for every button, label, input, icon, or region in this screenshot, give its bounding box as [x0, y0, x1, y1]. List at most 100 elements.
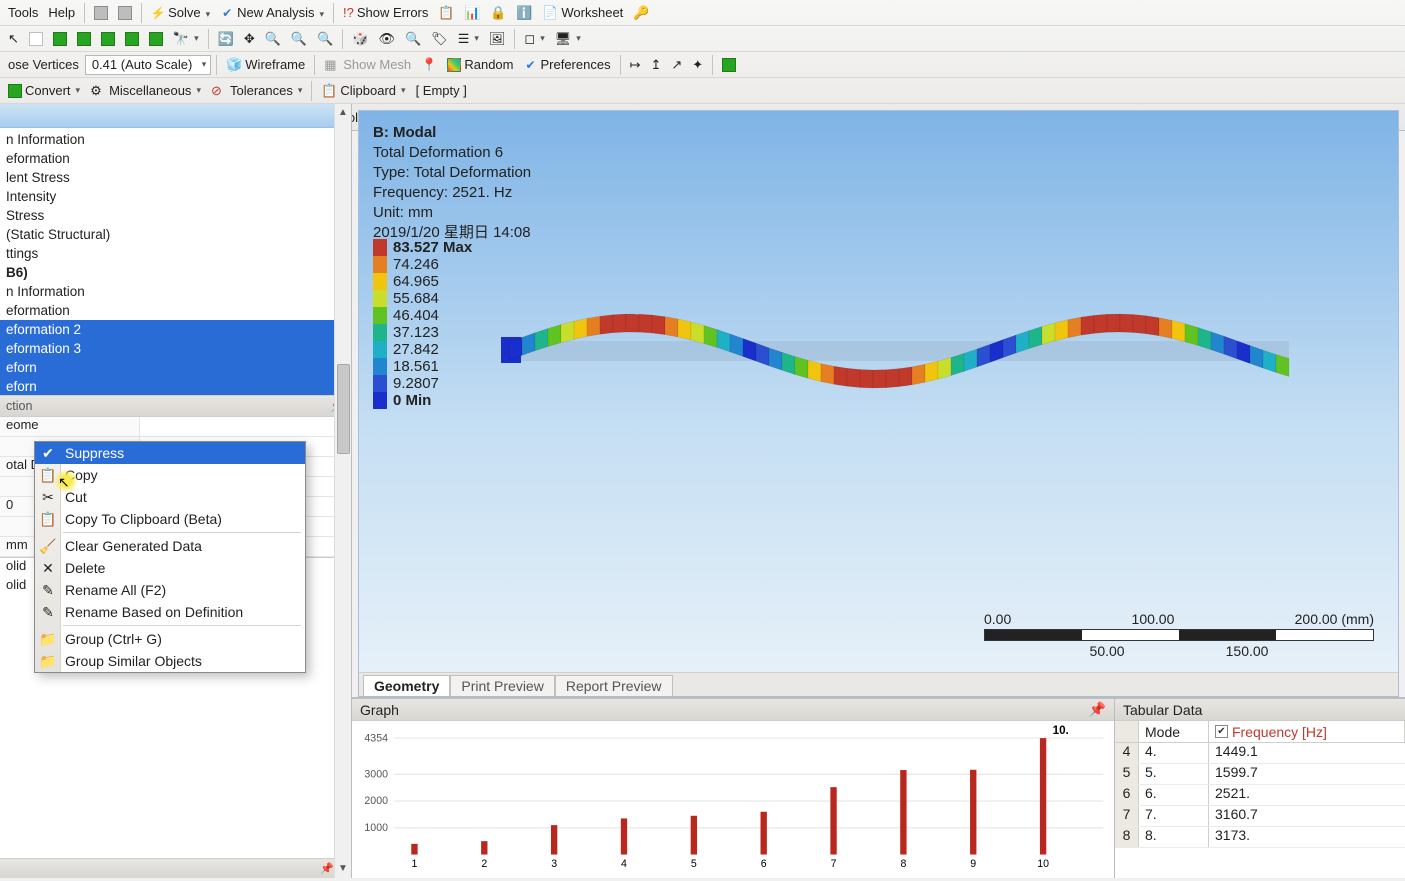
tree-item[interactable]: eformation 2 — [0, 320, 351, 339]
svg-text:1000: 1000 — [364, 822, 388, 834]
scroll-down-icon[interactable]: ▼ — [338, 860, 348, 878]
tree-item[interactable]: eforn — [0, 377, 351, 395]
probe-icon[interactable]: 📍 — [417, 54, 441, 76]
tree-item[interactable]: (Static Structural) — [0, 225, 351, 244]
context-item-rename-based-on-definition[interactable]: ✎Rename Based on Definition — [35, 601, 305, 623]
view-iso-icon[interactable]: 🎲 — [348, 28, 372, 50]
menu-help[interactable]: Help — [44, 2, 79, 24]
copy2-icon: 📋 — [40, 511, 56, 527]
btn-nav1[interactable]: 📋 — [434, 2, 458, 24]
context-item-cut[interactable]: ✂Cut — [35, 486, 305, 508]
manage-views-dropdown[interactable]: ☰ — [454, 28, 483, 50]
context-item-group-ctrl-g-[interactable]: 📁Group (Ctrl+ G) — [35, 628, 305, 650]
show-mesh-button[interactable]: ▦Show Mesh — [320, 54, 415, 76]
scroll-thumb[interactable] — [337, 364, 350, 454]
tab-geometry[interactable]: Geometry — [363, 675, 450, 696]
graphics-viewport[interactable]: B: Modal Total Deformation 6 Type: Total… — [358, 110, 1399, 697]
tolerances-dropdown[interactable]: ⊘Tolerances — [207, 80, 306, 102]
btn-layout1[interactable] — [90, 2, 112, 24]
result-scale-dropdown[interactable]: 0.41 (Auto Scale) — [85, 55, 211, 75]
show-dropdown[interactable]: ◻ — [520, 28, 548, 50]
tree-item[interactable]: eformation 3 — [0, 339, 351, 358]
filter-edge-icon[interactable] — [49, 28, 71, 50]
btn-new-analysis[interactable]: ✔New Analysis — [216, 2, 328, 24]
dir-all-icon[interactable]: ✦ — [688, 54, 707, 76]
cube-icon[interactable] — [718, 54, 740, 76]
view-look-icon[interactable]: 👁 — [374, 28, 399, 50]
zoom-box-icon[interactable]: 🔍 — [287, 28, 311, 50]
tag-icon[interactable]: 🏷 — [427, 28, 452, 50]
col-mode[interactable]: Mode — [1139, 721, 1209, 742]
menu-tools[interactable]: Tools — [4, 2, 42, 24]
tree-item[interactable]: lent Stress — [0, 168, 351, 187]
tab-report-preview[interactable]: Report Preview — [555, 675, 673, 696]
context-item-clear-generated-data[interactable]: 🧹Clear Generated Data — [35, 535, 305, 557]
dir-y-icon[interactable]: ↥ — [646, 54, 665, 76]
dir-x-icon[interactable]: ↦ — [626, 54, 645, 76]
btn-key[interactable]: 🔑 — [629, 2, 653, 24]
btn-show-errors[interactable]: !?Show Errors — [339, 2, 432, 24]
filter-face-icon[interactable] — [73, 28, 95, 50]
context-item-copy-to-clipboard-beta-[interactable]: 📋Copy To Clipboard (Beta) — [35, 508, 305, 530]
rotate-icon[interactable]: 🔄 — [214, 28, 238, 50]
btn-solve[interactable]: ⚡Solve — [147, 2, 214, 24]
wireframe-button[interactable]: 🧊Wireframe — [222, 54, 309, 76]
pin-icon[interactable]: 📌 — [1089, 701, 1106, 718]
context-menu[interactable]: ✔Suppress📋Copy✂Cut📋Copy To Clipboard (Be… — [34, 441, 306, 673]
pin-icon[interactable]: 📌 — [320, 862, 334, 875]
context-item-rename-all-f-[interactable]: ✎Rename All (F2) — [35, 579, 305, 601]
dir-z-icon[interactable]: ↗ — [667, 54, 686, 76]
convert-dropdown[interactable]: Convert — [4, 80, 84, 102]
tree-item[interactable]: n Information — [0, 130, 351, 149]
tree-item[interactable]: eformation — [0, 149, 351, 168]
tree-item[interactable]: Intensity — [0, 187, 351, 206]
tree-item[interactable]: B6) — [0, 263, 351, 282]
pan-icon[interactable]: ✥ — [240, 28, 259, 50]
view-prev-icon[interactable]: 🔍 — [401, 28, 425, 50]
context-item-suppress[interactable]: ✔Suppress — [35, 442, 305, 464]
capture-dropdown[interactable]: 🖥 — [551, 28, 585, 50]
zoom-icon[interactable]: 🔍 — [261, 28, 285, 50]
tree-item[interactable]: eforn — [0, 358, 351, 377]
tree-item[interactable]: n Information — [0, 282, 351, 301]
col-frequency[interactable]: ✔Frequency [Hz] — [1209, 721, 1405, 742]
outline-tree[interactable]: n Informationeformationlent StressIntens… — [0, 128, 351, 395]
tree-item[interactable]: Stress — [0, 206, 351, 225]
preferences-button[interactable]: ✔Preferences — [519, 54, 614, 76]
legend-swatch — [373, 375, 387, 392]
filter-vertex-icon[interactable] — [25, 28, 47, 50]
extend-dropdown[interactable]: 🔭 — [169, 28, 203, 50]
filter-node-icon[interactable] — [121, 28, 143, 50]
zoom-fit-icon[interactable]: 🔍 — [313, 28, 337, 50]
context-item-copy[interactable]: 📋Copy — [35, 464, 305, 486]
btn-nav3[interactable]: 🔒 — [486, 2, 510, 24]
tabular-grid[interactable]: Mode ✔Frequency [Hz] 44.1449.155.1599.76… — [1115, 721, 1405, 848]
graph-canvas[interactable]: 10002000300043541234567891010. — [352, 721, 1114, 878]
table-row[interactable]: 77.3160.7 — [1115, 806, 1405, 827]
clipboard-dropdown[interactable]: 📋Clipboard — [317, 80, 409, 102]
filter-body-icon[interactable] — [97, 28, 119, 50]
filter-elem-icon[interactable] — [145, 28, 167, 50]
table-row[interactable]: 44.1449.1 — [1115, 743, 1405, 764]
random-button[interactable]: Random — [443, 54, 517, 76]
table-row[interactable]: 88.3173. — [1115, 827, 1405, 848]
table-row[interactable]: 66.2521. — [1115, 785, 1405, 806]
tab-print-preview[interactable]: Print Preview — [450, 675, 554, 696]
separator — [314, 55, 315, 75]
select-tool-icon[interactable]: ↖ — [4, 28, 23, 50]
btn-layout2[interactable] — [114, 2, 136, 24]
tree-item[interactable]: ttings — [0, 244, 351, 263]
image-icon[interactable]: 🖼 — [485, 28, 510, 50]
btn-worksheet[interactable]: 📄Worksheet — [538, 2, 627, 24]
tree-item[interactable]: eformation — [0, 301, 351, 320]
separator — [208, 29, 209, 49]
misc-dropdown[interactable]: ⚙Miscellaneous — [86, 80, 205, 102]
table-row[interactable]: 55.1599.7 — [1115, 764, 1405, 785]
prop-value[interactable] — [140, 417, 351, 436]
btn-nav2[interactable]: 📊 — [460, 2, 484, 24]
context-item-delete[interactable]: ✕Delete — [35, 557, 305, 579]
tree-scrollbar[interactable]: ▲ ▼ — [334, 104, 351, 878]
context-item-group-similar-objects[interactable]: 📁Group Similar Objects — [35, 650, 305, 672]
scroll-up-icon[interactable]: ▲ — [338, 104, 348, 122]
btn-nav4[interactable]: ℹ️ — [512, 2, 536, 24]
